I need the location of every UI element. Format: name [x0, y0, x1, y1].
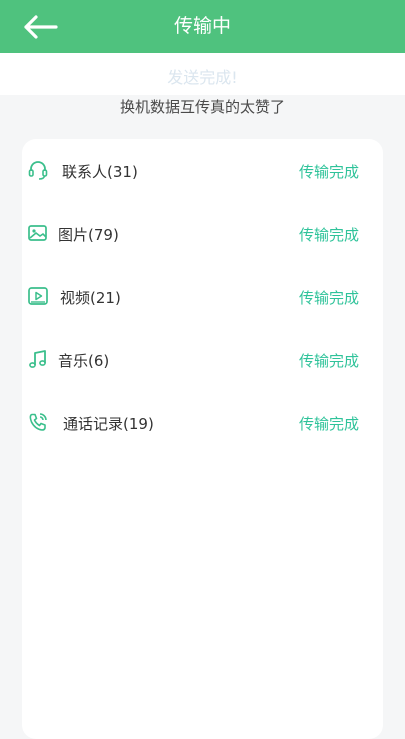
transfer-list-card: 联系人(31) 传输完成 图片(79) 传输完成 视频(21) 传输完成 音乐(… [22, 139, 383, 739]
page-title: 传输中 [173, 15, 231, 37]
item-label: 图片(79) [58, 226, 119, 244]
item-status: 传输完成 [298, 226, 359, 244]
video-icon [28, 287, 48, 305]
status-title: 发送完成! [167, 68, 238, 87]
item-label: 联系人(31) [62, 163, 138, 181]
item-status: 传输完成 [298, 415, 359, 433]
phone-call-icon [29, 413, 47, 431]
music-note-icon [29, 350, 46, 368]
list-item-contacts: 联系人(31) 传输完成 [22, 150, 383, 194]
list-item-photos: 图片(79) 传输完成 [22, 213, 383, 257]
item-status: 传输完成 [298, 163, 359, 181]
list-item-music: 音乐(6) 传输完成 [22, 339, 383, 383]
image-icon [28, 225, 47, 241]
status-subtitle: 换机数据互传真的太赞了 [119, 98, 285, 116]
item-status: 传输完成 [298, 289, 359, 307]
list-item-videos: 视频(21) 传输完成 [22, 276, 383, 320]
list-item-call-log: 通话记录(19) 传输完成 [22, 402, 383, 446]
app-header: 传输中 [0, 0, 405, 53]
item-label: 音乐(6) [58, 352, 110, 370]
item-status: 传输完成 [298, 352, 359, 370]
item-label: 视频(21) [60, 289, 121, 307]
headset-icon [28, 161, 48, 180]
item-label: 通话记录(19) [63, 415, 154, 433]
